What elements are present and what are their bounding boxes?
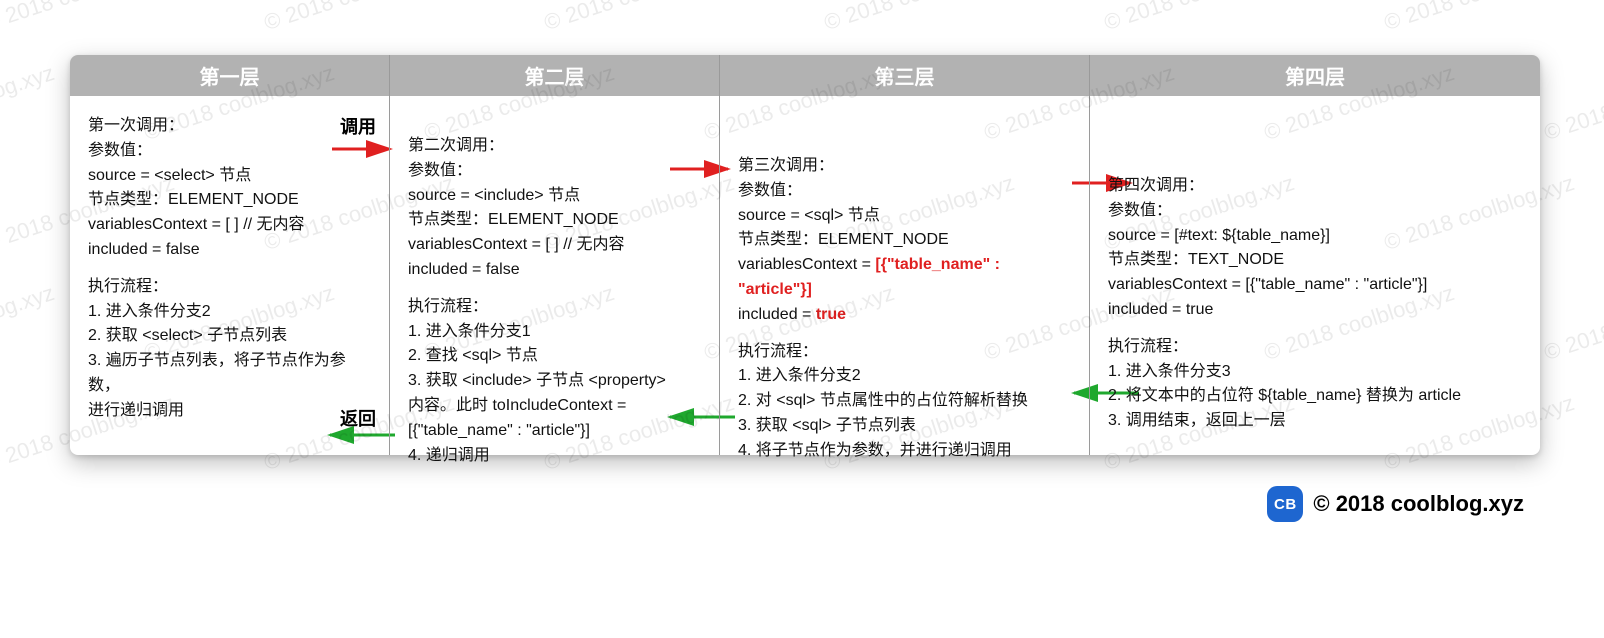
text-line: 参数值： (88, 139, 375, 164)
text-line: variablesContext = [{"table_name" : "art… (1108, 273, 1526, 298)
highlighted-value: true (816, 306, 846, 323)
text-line: 1. 进入条件分支2 (88, 300, 375, 325)
text-line: included = false (408, 258, 705, 283)
text-line: 进行递归调用 (88, 399, 375, 424)
text-line: 4. 递归调用 (408, 444, 705, 469)
column-header: 第一层 (70, 55, 389, 96)
column-header: 第四层 (1090, 55, 1540, 96)
column-body: 第三次调用：参数值：source = <sql> 节点节点类型：ELEMENT_… (720, 96, 1089, 478)
layer-column: 第四层第四次调用：参数值：source = [#text: ${table_na… (1090, 55, 1540, 455)
text-line: 3. 遍历子节点列表，将子节点作为参数， (88, 349, 375, 399)
text-line: 第三次调用： (738, 154, 1075, 179)
text-line: 内容。此时 toIncludeContext = (408, 394, 705, 419)
text-line: 参数值： (408, 159, 705, 184)
text-line: 2. 对 <sql> 节点属性中的占位符解析替换 (738, 389, 1075, 414)
text-line: [{"table_name" : "article"}] (408, 419, 705, 444)
text-line: 第二次调用： (408, 134, 705, 159)
text-line: 执行流程： (1108, 335, 1526, 360)
text-line: source = [#text: ${table_name}] (1108, 224, 1526, 249)
column-header: 第二层 (390, 55, 719, 96)
text-line: 参数值： (1108, 199, 1526, 224)
column-body: 第四次调用：参数值：source = [#text: ${table_name}… (1090, 96, 1540, 455)
text-line: 节点类型：TEXT_NODE (1108, 248, 1526, 273)
text-line: 4. 将子节点作为参数，并进行递归调用 (738, 439, 1075, 464)
text-line: source = <select> 节点 (88, 164, 375, 189)
column-body: 第二次调用：参数值：source = <include> 节点节点类型：ELEM… (390, 96, 719, 482)
text-line: source = <include> 节点 (408, 184, 705, 209)
column-body: 第一次调用：参数值：source = <select> 节点节点类型：ELEME… (70, 96, 389, 455)
layer-column: 第一层第一次调用：参数值：source = <select> 节点节点类型：EL… (70, 55, 390, 455)
footer-badge: CB © 2018 coolblog.xyz (1267, 486, 1524, 522)
text-line: 节点类型：ELEMENT_NODE (738, 228, 1075, 253)
column-header: 第三层 (720, 55, 1089, 96)
text-line: included = true (1108, 298, 1526, 323)
text-line: 3. 调用结束，返回上一层 (1108, 409, 1526, 434)
logo-icon: CB (1267, 486, 1303, 522)
text-line: variablesContext = [ ] // 无内容 (88, 213, 375, 238)
text-line: 节点类型：ELEMENT_NODE (88, 188, 375, 213)
diagram: 调用 返回 第一层第一次调用：参数值：source = <select> 节点节… (70, 55, 1540, 455)
text-line: source = <sql> 节点 (738, 204, 1075, 229)
text-line: 参数值： (738, 179, 1075, 204)
layer-column: 第三层第三次调用：参数值：source = <sql> 节点节点类型：ELEME… (720, 55, 1090, 455)
text-line: 第四次调用： (1108, 174, 1526, 199)
text-line: 节点类型：ELEMENT_NODE (408, 208, 705, 233)
text-line: 2. 获取 <select> 子节点列表 (88, 324, 375, 349)
text-line: included = true (738, 303, 1075, 328)
text-line: 执行流程： (88, 275, 375, 300)
text-line: 执行流程： (408, 295, 705, 320)
footer-text: © 2018 coolblog.xyz (1313, 491, 1524, 517)
text-line: 执行流程： (738, 340, 1075, 365)
text-line: 2. 查找 <sql> 节点 (408, 344, 705, 369)
text-line: 第一次调用： (88, 114, 375, 139)
text-line: variablesContext = [ ] // 无内容 (408, 233, 705, 258)
text-line: 3. 获取 <sql> 子节点列表 (738, 414, 1075, 439)
text-line: included = false (88, 238, 375, 263)
text-line: 3. 获取 <include> 子节点 <property> (408, 369, 705, 394)
text-line: 1. 进入条件分支2 (738, 364, 1075, 389)
text-line: 2. 将文本中的占位符 ${table_name} 替换为 article (1108, 384, 1526, 409)
text-line: 1. 进入条件分支1 (408, 320, 705, 345)
text-line: variablesContext = [{"table_name" : "art… (738, 253, 1075, 303)
layer-column: 第二层第二次调用：参数值：source = <include> 节点节点类型：E… (390, 55, 720, 455)
text-line: 1. 进入条件分支3 (1108, 360, 1526, 385)
